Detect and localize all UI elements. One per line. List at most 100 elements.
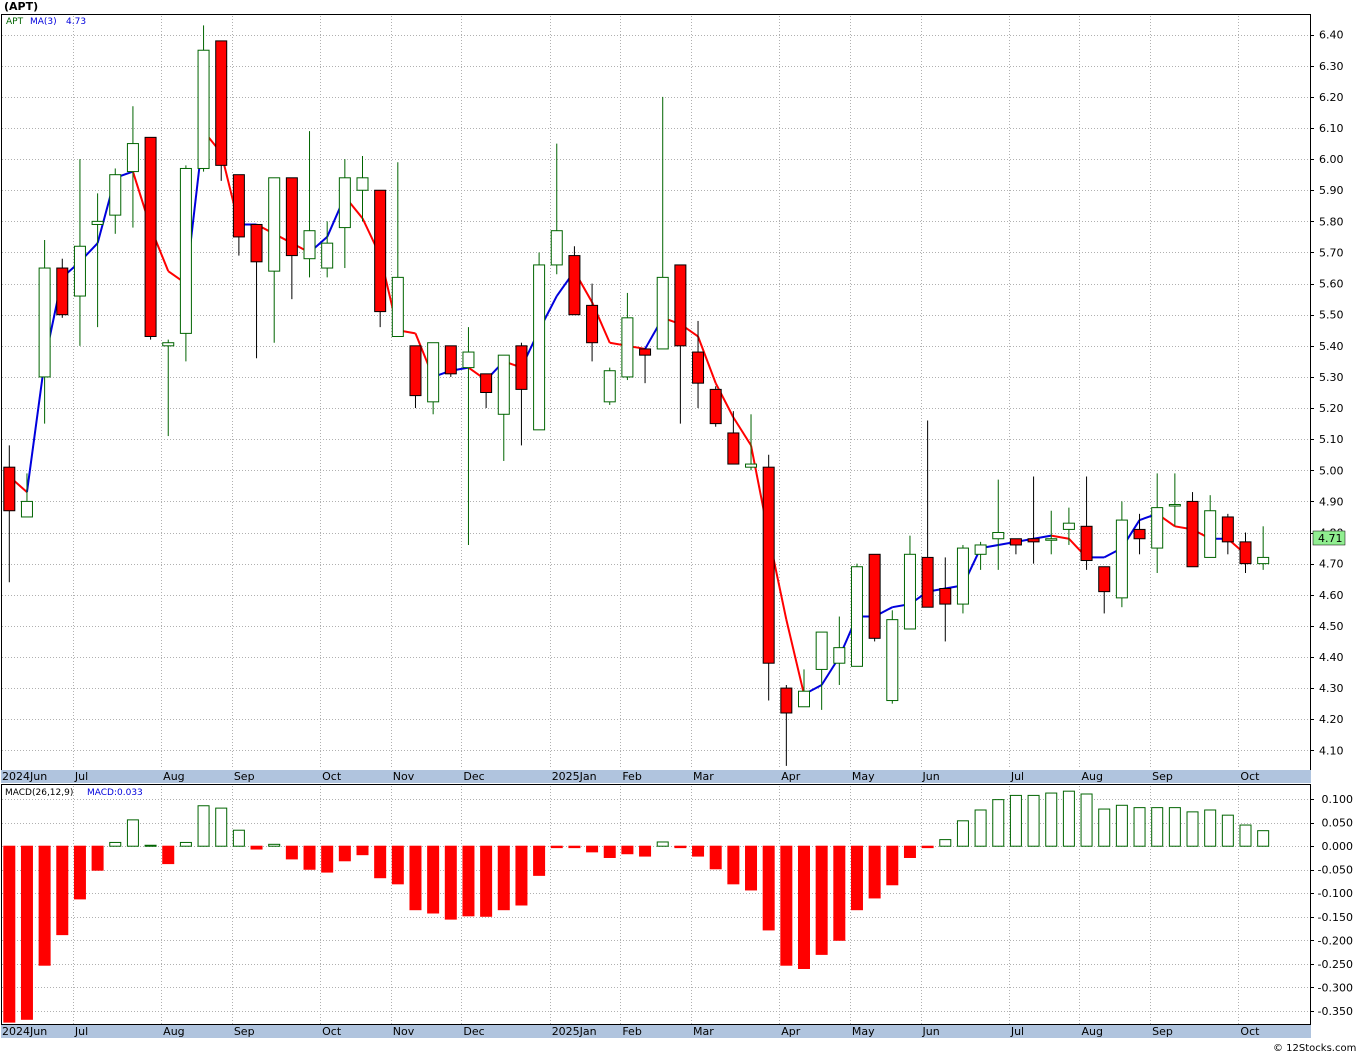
candle-body — [321, 242, 334, 269]
candle-body — [1186, 500, 1199, 568]
candle-body — [3, 466, 16, 512]
legend-ma-label: MA(3) — [30, 17, 57, 27]
macd-bar — [886, 845, 899, 886]
macd-bar — [391, 845, 404, 885]
price-date-label: Sep — [234, 770, 255, 783]
macd-tick-label: 0.050 — [1322, 817, 1354, 830]
candle-body — [1133, 528, 1146, 540]
macd-date-label: 2024Jun — [2, 1025, 47, 1038]
macd-bar — [285, 845, 298, 860]
price-tick-label: 6.00 — [1319, 153, 1344, 166]
macd-bar — [515, 845, 528, 906]
candle-body — [1168, 504, 1181, 507]
macd-bar — [144, 844, 157, 847]
candle-body — [38, 267, 51, 378]
candle-body — [956, 547, 969, 605]
macd-bar — [568, 845, 581, 849]
macd-bar — [903, 845, 916, 858]
price-date-label: Dec — [463, 770, 484, 783]
candle-body — [1098, 566, 1111, 593]
macd-bar — [356, 845, 369, 856]
macd-bar — [1239, 824, 1252, 847]
candle-body — [109, 174, 122, 216]
candle-body — [1257, 556, 1270, 565]
candle-body — [144, 136, 157, 337]
macd-bar — [921, 845, 934, 849]
macd-date-label: Oct — [322, 1025, 342, 1038]
macd-tick-label: -0.250 — [1318, 958, 1353, 971]
macd-tick-label: -0.300 — [1318, 981, 1353, 994]
macd-bar — [992, 799, 1005, 847]
chart-title: (APT) — [4, 0, 38, 13]
price-tick-label: 5.00 — [1319, 464, 1344, 477]
candle — [709, 386, 722, 427]
macd-bar — [1151, 807, 1164, 847]
price-tick-label: 5.30 — [1319, 371, 1344, 384]
macd-date-label: 2025Jan — [552, 1025, 597, 1038]
macd-date-label: Jul — [74, 1025, 88, 1038]
candle — [444, 345, 457, 377]
macd-tick-label: -0.050 — [1318, 864, 1353, 877]
macd-bar — [939, 839, 952, 847]
macd-bar — [497, 845, 510, 911]
candle — [850, 563, 863, 667]
candle-body — [250, 223, 263, 263]
macd-bar — [974, 809, 987, 847]
candle-body — [886, 619, 899, 702]
candle — [868, 553, 881, 642]
macd-bar — [374, 845, 387, 879]
candle-body — [974, 544, 987, 555]
candle-body — [603, 370, 616, 403]
macd-bar — [480, 845, 493, 917]
macd-bar — [656, 841, 669, 847]
price-tick-label: 5.60 — [1319, 278, 1344, 291]
macd-bar — [815, 845, 828, 955]
macd-bar — [1204, 809, 1217, 847]
candle-body — [621, 317, 634, 378]
candle — [1186, 492, 1199, 568]
macd-bar — [1062, 790, 1075, 847]
candle-body — [197, 49, 210, 169]
macd-bar — [1027, 794, 1040, 847]
price-date-label: Nov — [393, 770, 415, 783]
macd-bar — [727, 845, 740, 885]
price-tick-label: 5.50 — [1319, 309, 1344, 322]
macd-bar — [73, 845, 86, 900]
candle-body — [20, 500, 33, 518]
candle-body — [391, 276, 404, 337]
candle-body — [833, 647, 846, 664]
candle-body — [1151, 507, 1164, 549]
candle-body — [550, 230, 563, 266]
candle-body — [692, 351, 705, 384]
candle-body — [427, 342, 440, 403]
macd-date-label: Apr — [781, 1025, 801, 1038]
macd-bar — [1009, 794, 1022, 847]
candle — [56, 258, 69, 318]
price-date-label: Feb — [622, 770, 641, 783]
price-tick-label: 4.60 — [1319, 589, 1344, 602]
macd-bar — [179, 841, 192, 847]
candle — [762, 454, 775, 701]
candle — [215, 40, 228, 181]
price-date-axis-bar — [1, 770, 1311, 783]
macd-date-label: Aug — [163, 1025, 184, 1038]
candle-body — [356, 177, 369, 191]
macd-bar — [639, 845, 652, 857]
macd-bar — [109, 841, 122, 847]
macd-bar — [321, 845, 334, 873]
macd-date-label: Nov — [393, 1025, 415, 1038]
macd-bar — [603, 845, 616, 858]
candle-body — [815, 631, 828, 670]
candle-body — [497, 354, 510, 415]
macd-bar — [3, 845, 16, 1023]
macd-bar — [462, 845, 475, 917]
macd-date-label: Sep — [234, 1025, 255, 1038]
candle-body — [639, 348, 652, 356]
macd-bar — [550, 845, 563, 849]
macd-bar — [850, 845, 863, 911]
macd-bar — [762, 845, 775, 931]
candle-body — [374, 189, 387, 313]
macd-tick-label: -0.200 — [1318, 934, 1353, 947]
price-date-label: Oct — [322, 770, 342, 783]
macd-label: MACD(26,12,9) — [5, 788, 73, 798]
